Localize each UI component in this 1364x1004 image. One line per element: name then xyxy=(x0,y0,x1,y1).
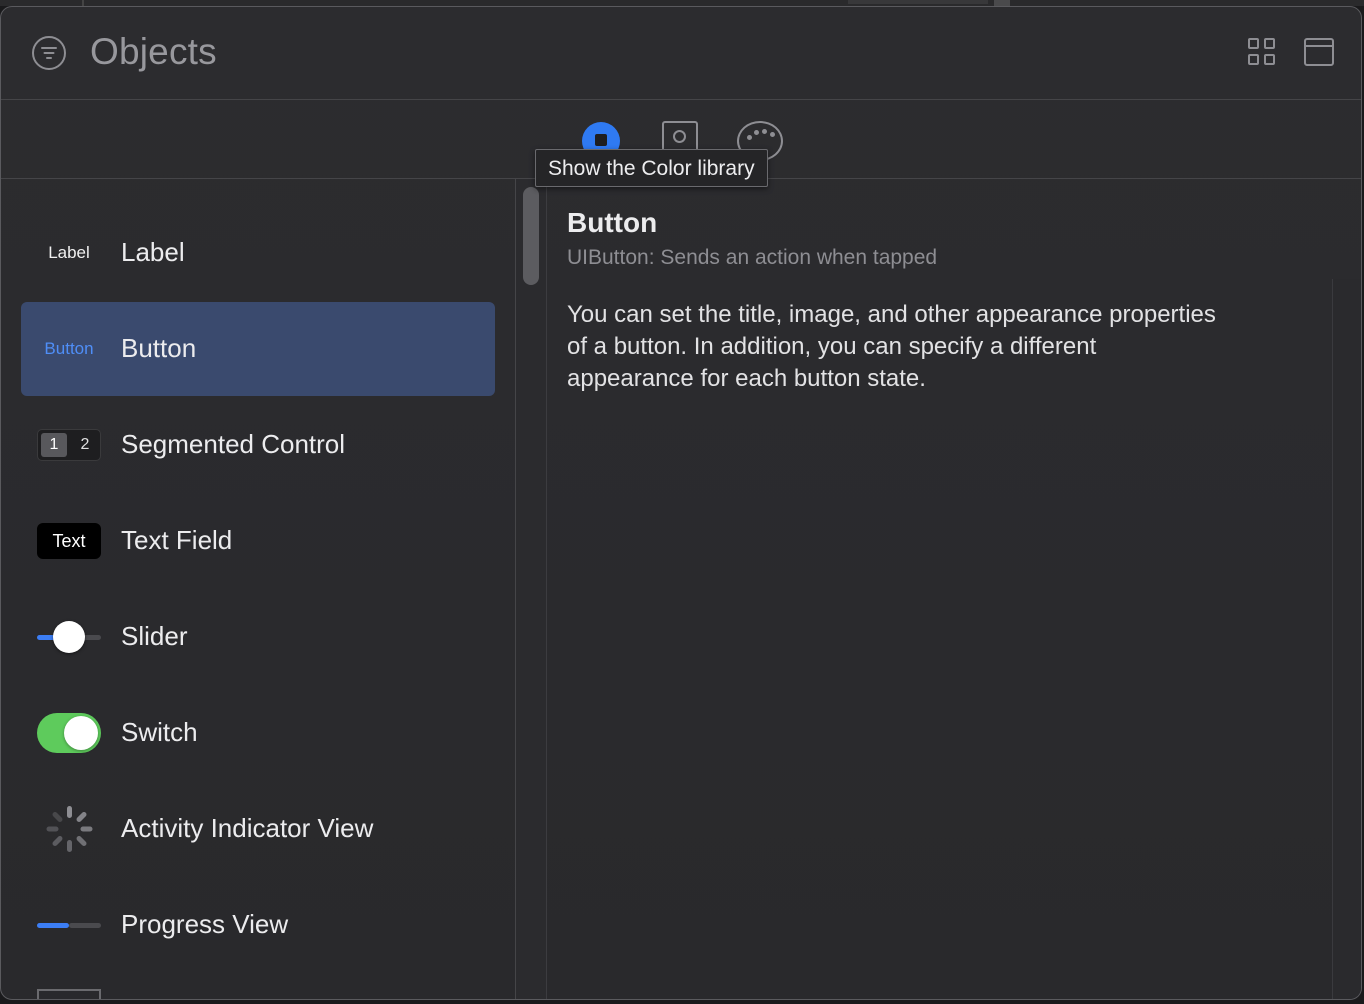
object-library-window: Objects Show the Color library Label Lab… xyxy=(0,6,1362,1000)
list-item-name: Button xyxy=(121,333,197,363)
filter-icon[interactable] xyxy=(32,36,66,70)
detail-title: Button xyxy=(567,207,658,238)
scrollbar-thumb[interactable] xyxy=(523,187,539,285)
list-item-name: Text Field xyxy=(121,525,233,555)
segmented-control-icon: 1 2 xyxy=(37,429,101,461)
segment-2: 2 xyxy=(80,436,90,453)
list-item-name: Switch xyxy=(121,717,198,747)
label-object-icon: Label xyxy=(48,243,90,262)
grid-view-icon[interactable] xyxy=(1248,38,1278,68)
list-item-switch[interactable]: Switch xyxy=(21,686,495,780)
list-item-name: Activity Indicator View xyxy=(121,813,374,843)
list-item-name: Segmented Control xyxy=(121,429,346,459)
list-item-slider[interactable]: Slider xyxy=(21,590,495,684)
search-field[interactable]: Objects xyxy=(90,31,217,73)
library-header: Objects xyxy=(1,7,1361,100)
list-item-segmented-control[interactable]: 1 2 Segmented Control xyxy=(21,398,495,492)
list-item-progress-view[interactable]: Progress View xyxy=(21,878,495,972)
text-field-icon: Text xyxy=(37,523,101,559)
scrollbar-track[interactable] xyxy=(516,179,547,999)
detail-scroll-edge xyxy=(1332,279,1361,999)
next-object-icon xyxy=(37,989,101,999)
button-object-icon: Button xyxy=(44,339,94,358)
list-item-name: Slider xyxy=(121,621,188,651)
list-item-text-field[interactable]: Text Text Field xyxy=(21,494,495,588)
tooltip: Show the Color library xyxy=(535,149,768,187)
background-tab xyxy=(848,0,988,4)
slider-icon xyxy=(37,621,101,653)
progress-view-icon xyxy=(37,909,101,941)
object-list: Label Label Button Button 1 2 Segmented … xyxy=(1,179,515,999)
detail-description: You can set the title, image, and other … xyxy=(567,301,1216,392)
list-item-activity-indicator[interactable]: Activity Indicator View xyxy=(21,782,495,876)
list-item-label[interactable]: Label Label xyxy=(21,206,495,300)
detail-subtitle: UIButton: Sends an action when tapped xyxy=(567,246,938,269)
object-detail-pane: Button UIButton: Sends an action when ta… xyxy=(547,179,1361,999)
window-icon[interactable] xyxy=(1304,38,1334,66)
list-item-name: Label xyxy=(121,237,185,267)
list-item-button[interactable]: Button Button xyxy=(21,302,495,396)
segment-1: 1 xyxy=(41,433,67,457)
list-item-name: Progress View xyxy=(121,909,289,939)
activity-indicator-icon xyxy=(37,806,101,852)
switch-icon xyxy=(37,713,101,753)
